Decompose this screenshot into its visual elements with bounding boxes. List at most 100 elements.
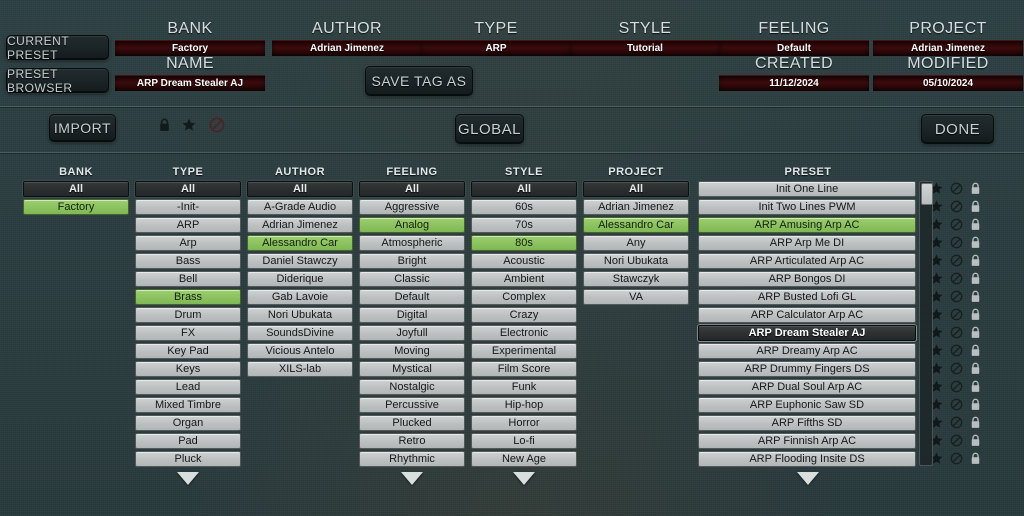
prohibited-icon[interactable] <box>950 344 963 357</box>
filter-item[interactable]: Nori Ubukata <box>247 307 353 323</box>
filter-item[interactable]: FX <box>135 325 241 341</box>
filter-item[interactable]: Classic <box>359 271 465 287</box>
filter-item[interactable]: 80s <box>471 235 577 251</box>
filter-item[interactable]: Funk <box>471 379 577 395</box>
prohibited-icon[interactable] <box>950 434 963 447</box>
lock-icon[interactable] <box>970 308 983 321</box>
lock-icon[interactable] <box>970 362 983 375</box>
preset-item[interactable]: Init Two Lines PWM <box>698 199 916 215</box>
lock-icon[interactable] <box>970 434 983 447</box>
name-value-field[interactable]: ARP Dream Stealer AJ <box>115 75 265 91</box>
filter-item[interactable]: Alessandro Car <box>247 235 353 251</box>
lock-icon[interactable] <box>970 272 983 285</box>
filter-item[interactable]: Acoustic <box>471 253 577 269</box>
filter-item[interactable]: Nostalgic <box>359 379 465 395</box>
import-button[interactable]: IMPORT <box>49 114 116 142</box>
lock-icon[interactable] <box>970 344 983 357</box>
project-value-field[interactable]: Adrian Jimenez <box>873 40 1023 56</box>
filter-item[interactable]: Bright <box>359 253 465 269</box>
filter-item[interactable]: Pad <box>135 433 241 449</box>
preset-browser-button[interactable]: PRESET BROWSER <box>6 67 109 95</box>
preset-item[interactable]: ARP Busted Lofi GL <box>698 289 916 305</box>
prohibited-icon[interactable] <box>950 272 963 285</box>
lock-icon[interactable] <box>970 236 983 249</box>
filter-item[interactable]: Bass <box>135 253 241 269</box>
filter-item[interactable]: Vicious Antelo <box>247 343 353 359</box>
preset-item[interactable]: ARP Calculator Arp AC <box>698 307 916 323</box>
filter-item[interactable]: Keys <box>135 361 241 377</box>
filter-item[interactable]: Drum <box>135 307 241 323</box>
prohibited-icon[interactable] <box>950 218 963 231</box>
filter-item[interactable]: Gab Lavoie <box>247 289 353 305</box>
filter-item[interactable]: Brass <box>135 289 241 305</box>
filter-item[interactable]: XILS-lab <box>247 361 353 377</box>
filter-item[interactable]: Nori Ubukata <box>583 253 689 269</box>
filter-item[interactable]: Mixed Timbre <box>135 397 241 413</box>
filter-item[interactable]: Experimental <box>471 343 577 359</box>
filter-item[interactable]: Percussive <box>359 397 465 413</box>
filter-item[interactable]: Lo-fi <box>471 433 577 449</box>
filter-item[interactable]: -Init- <box>135 199 241 215</box>
global-button[interactable]: GLOBAL <box>455 114 524 144</box>
filter-item[interactable]: Pluck <box>135 451 241 467</box>
filter-item[interactable]: Key Pad <box>135 343 241 359</box>
filter-item[interactable]: Factory <box>23 199 129 215</box>
lock-icon[interactable] <box>970 254 983 267</box>
prohibited-icon[interactable] <box>950 326 963 339</box>
style-value-field[interactable]: Tutorial <box>570 40 720 56</box>
prohibited-icon[interactable] <box>950 200 963 213</box>
filter-item[interactable]: Rhythmic <box>359 451 465 467</box>
filter-item[interactable]: A-Grade Audio <box>247 199 353 215</box>
preset-item[interactable]: ARP Dream Stealer AJ <box>698 325 916 341</box>
author-value-field[interactable]: Adrian Jimenez <box>272 40 422 56</box>
filter-item[interactable]: Crazy <box>471 307 577 323</box>
lock-icon[interactable] <box>970 200 983 213</box>
filter-item[interactable]: Analog <box>359 217 465 233</box>
filter-item[interactable]: Complex <box>471 289 577 305</box>
preset-item[interactable]: ARP Articulated Arp AC <box>698 253 916 269</box>
preset-item[interactable]: ARP Amusing Arp AC <box>698 217 916 233</box>
lock-icon[interactable] <box>158 118 171 132</box>
preset-item[interactable]: ARP Dual Soul Arp AC <box>698 379 916 395</box>
filter-item[interactable]: Organ <box>135 415 241 431</box>
preset-scroll-down-arrow[interactable] <box>797 472 819 485</box>
lock-icon[interactable] <box>970 182 983 195</box>
star-icon[interactable] <box>182 118 196 132</box>
type-value-field[interactable]: ARP <box>421 40 571 56</box>
modified-value-field[interactable]: 05/10/2024 <box>873 75 1023 91</box>
prohibited-icon[interactable] <box>950 308 963 321</box>
preset-item[interactable]: ARP Finnish Arp AC <box>698 433 916 449</box>
filter-item[interactable]: Joyfull <box>359 325 465 341</box>
filter-item[interactable]: Film Score <box>471 361 577 377</box>
filter-item[interactable]: Moving <box>359 343 465 359</box>
prohibited-icon[interactable] <box>950 236 963 249</box>
filter-item[interactable]: New Age <box>471 451 577 467</box>
scroll-down-arrow-type[interactable] <box>177 472 199 485</box>
filter-item[interactable]: Any <box>583 235 689 251</box>
preset-item[interactable]: ARP Fifths SD <box>698 415 916 431</box>
filter-item[interactable]: Horror <box>471 415 577 431</box>
preset-item[interactable]: ARP Dreamy Arp AC <box>698 343 916 359</box>
lock-icon[interactable] <box>970 218 983 231</box>
filter-item[interactable]: Retro <box>359 433 465 449</box>
filter-item[interactable]: Diderique <box>247 271 353 287</box>
filter-item[interactable]: Bell <box>135 271 241 287</box>
current-preset-button[interactable]: CURRENT PRESET <box>6 34 109 62</box>
lock-icon[interactable] <box>970 398 983 411</box>
prohibited-icon[interactable] <box>950 398 963 411</box>
filter-all-style[interactable]: All <box>471 181 577 197</box>
preset-item[interactable]: ARP Euphonic Saw SD <box>698 397 916 413</box>
filter-all-project[interactable]: All <box>583 181 689 197</box>
prohibited-icon[interactable] <box>950 452 963 465</box>
filter-item[interactable]: Ambient <box>471 271 577 287</box>
filter-item[interactable]: Adrian Jimenez <box>583 199 689 215</box>
filter-item[interactable]: Aggressive <box>359 199 465 215</box>
prohibited-icon[interactable] <box>950 416 963 429</box>
prohibited-icon[interactable] <box>950 182 963 195</box>
preset-item[interactable]: ARP Drummy Fingers DS <box>698 361 916 377</box>
filter-item[interactable]: Atmospheric <box>359 235 465 251</box>
filter-all-type[interactable]: All <box>135 181 241 197</box>
scroll-down-arrow-feeling[interactable] <box>401 472 423 485</box>
filter-all-feeling[interactable]: All <box>359 181 465 197</box>
lock-icon[interactable] <box>970 326 983 339</box>
